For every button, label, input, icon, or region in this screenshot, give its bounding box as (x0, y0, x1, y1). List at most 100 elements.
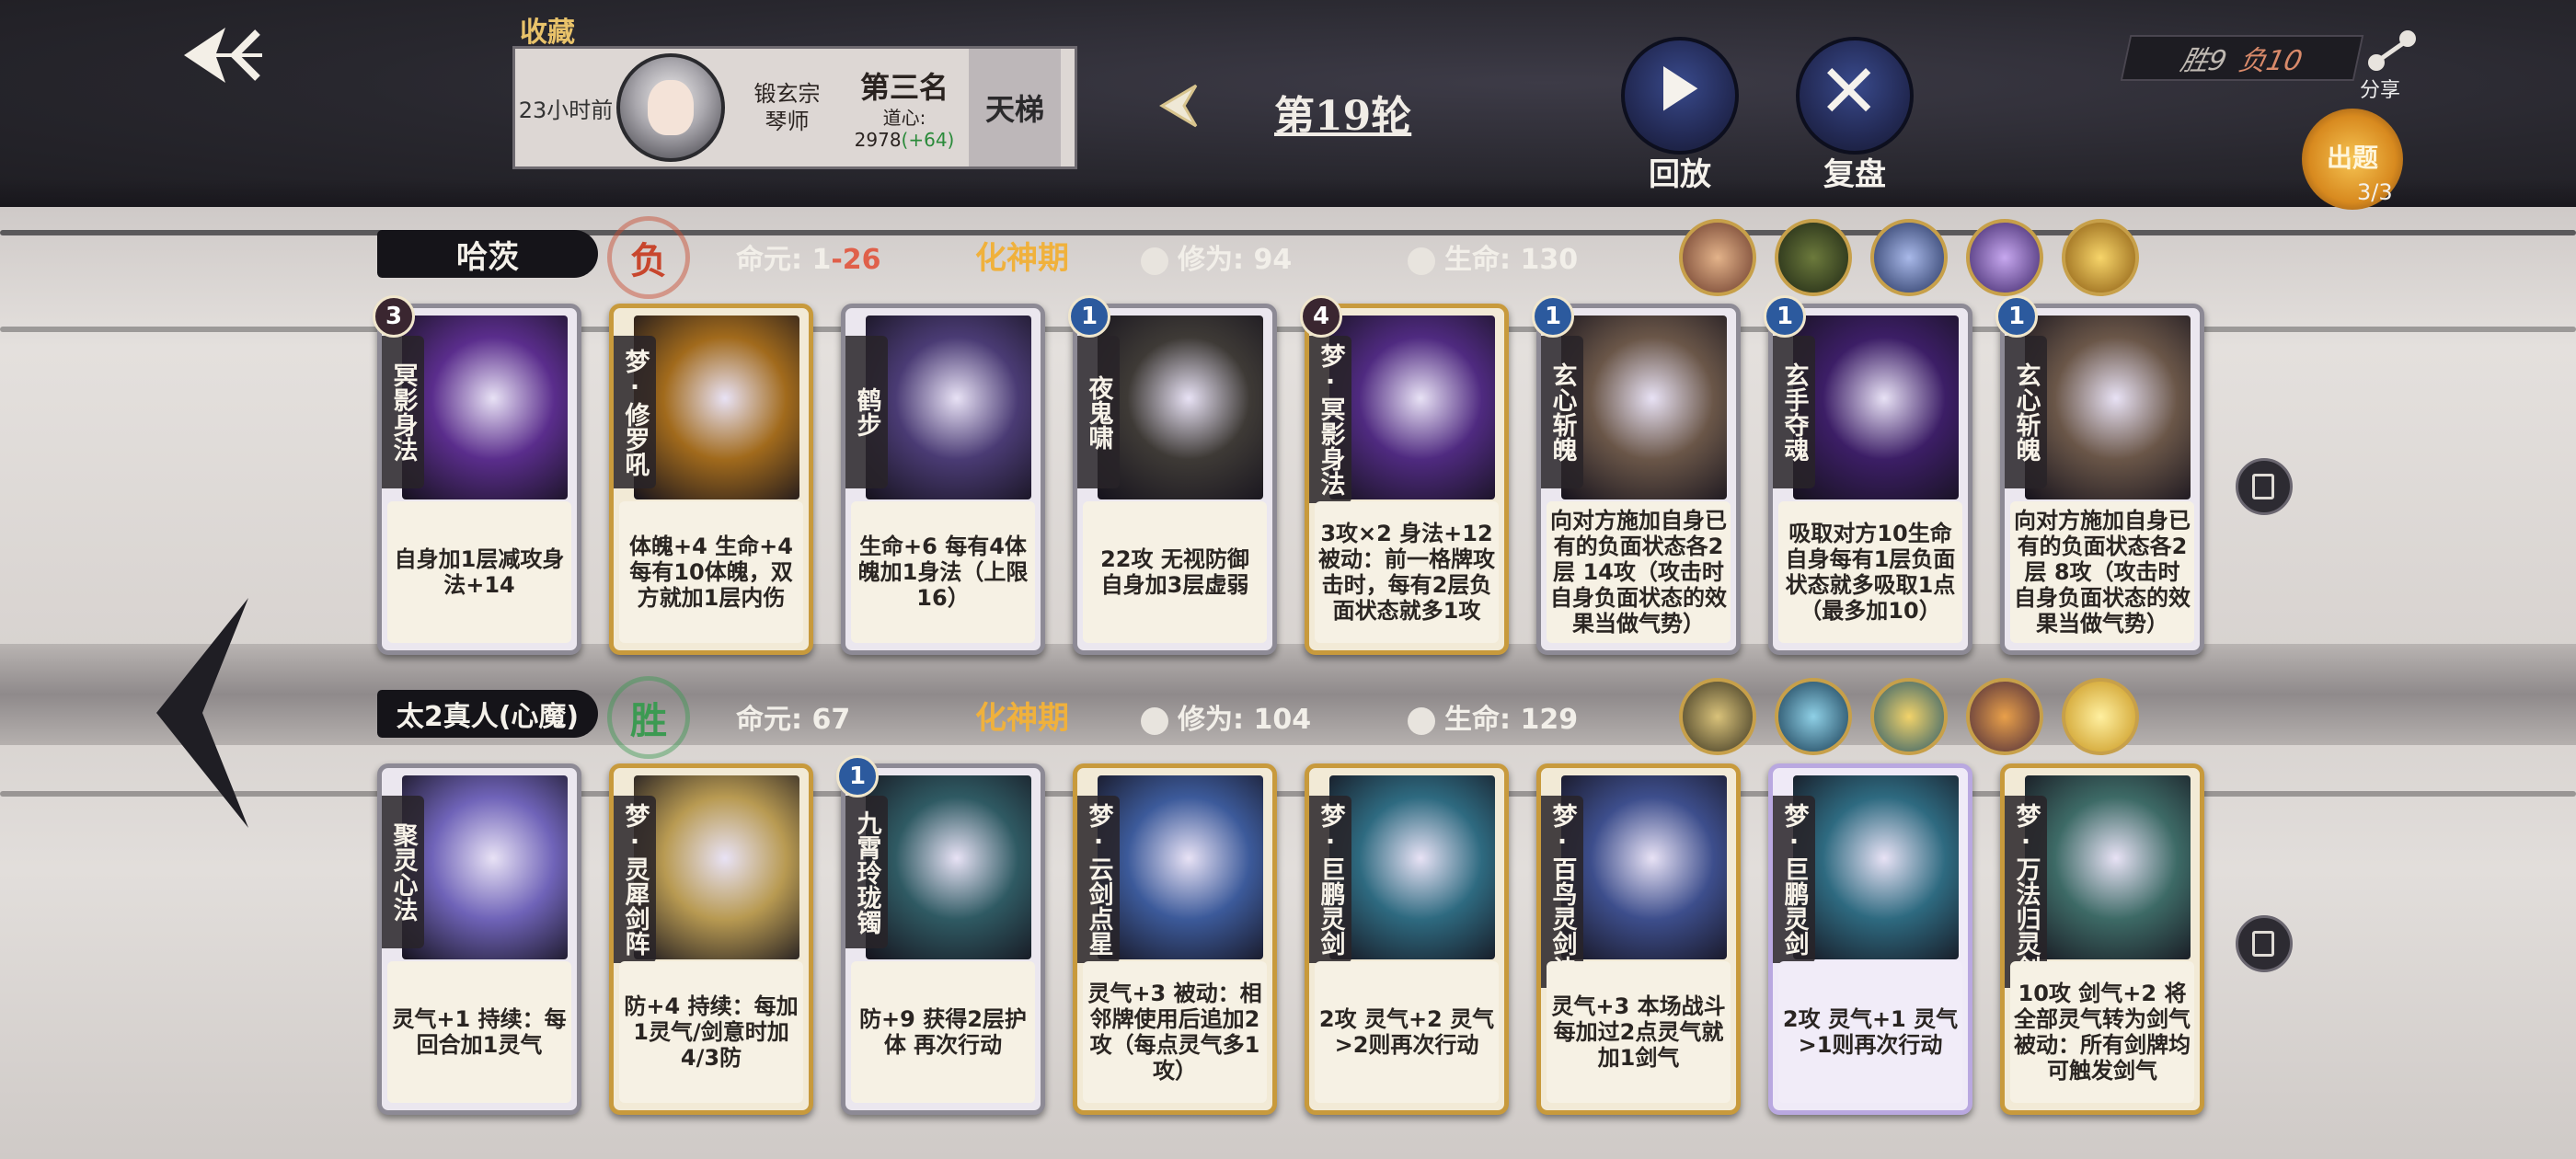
card-description: 22攻 无视防御 自身加3层虚弱 (1083, 501, 1267, 643)
review-button[interactable]: 复盘 (1796, 37, 1914, 193)
skill-card[interactable]: 鹤步 生命+6 每有4体魄加1身法（上限16） (841, 304, 1045, 655)
heart-icon (1408, 247, 1435, 275)
meditation-icon (1141, 247, 1168, 275)
realm-label: 化神期 (975, 240, 1069, 277)
result-badge: 胜 (607, 676, 690, 759)
card-name: 梦·巨鹏灵剑 (1773, 796, 1815, 963)
card-level-badge: 1 (1532, 295, 1574, 338)
card-level-badge: 1 (1995, 295, 2038, 338)
card-name: 梦·修罗吼 (614, 336, 656, 488)
card-artwork (866, 316, 1031, 499)
skill-card[interactable]: 梦·百鸟灵剑诀 灵气+3 本场战斗每加过2点灵气就加1剑气 (1536, 763, 1741, 1115)
card-description: 吸取对方10生命 自身每有1层负面状态就多吸取1点（最多加10） (1778, 501, 1962, 643)
skill-card[interactable]: 九霄玲珑镯 1 防+9 获得2层护体 再次行动 (836, 755, 1045, 1115)
skill-card[interactable]: 玄手夺魂 1 吸取对方10生命 自身每有1层负面状态就多吸取1点（最多加10） (1764, 295, 1972, 655)
share-button[interactable]: 分享 (2360, 28, 2424, 102)
back-arrow-icon[interactable] (170, 18, 271, 92)
quiz-label: 出题 (2326, 143, 2378, 173)
card-description: 10攻 剑气+2 将全部灵气转为剑气 被动：所有剑牌均可触发剑气 (2010, 961, 2194, 1103)
skill-card[interactable]: 梦·冥影身法 4 3攻×2 身法+12 被动：前一格牌攻击时，每有2层负面状态就多1… (1300, 295, 1509, 655)
crystal-blade-icon[interactable] (1775, 678, 1852, 755)
fire-phoenix-icon[interactable] (1966, 678, 2043, 755)
golden-swirl-icon[interactable] (1870, 678, 1948, 755)
card-description: 向对方施加自身已有的负面状态各2层 14攻（攻击时自身负面状态的效果当做气势） (1547, 501, 1731, 643)
card-description: 向对方施加自身已有的负面状态各2层 8攻（攻击时自身负面状态的效果当做气势） (2010, 501, 2194, 643)
skill-card[interactable]: 梦·巨鹏灵剑 2攻 灵气+2 灵气>2则再次行动 (1305, 763, 1509, 1115)
card-description: 3攻×2 身法+12 被动：前一格牌攻击时，每有2层负面状态就多1攻 (1315, 501, 1499, 643)
spiral-talisman-icon[interactable] (1679, 678, 1756, 755)
card-artwork (1329, 316, 1495, 499)
card-name: 玄心斩魄 (1541, 336, 1583, 488)
purple-spirit-icon[interactable] (1966, 219, 2043, 296)
card-artwork (1098, 775, 1263, 959)
card-name: 鹤步 (845, 336, 888, 488)
card-description: 防+9 获得2层护体 再次行动 (851, 961, 1035, 1103)
skill-card[interactable]: 梦·万法归灵剑 10攻 剑气+2 将全部灵气转为剑气 被动：所有剑牌均可触发剑气 (2000, 763, 2204, 1115)
time-ago: 23小时前 (518, 97, 614, 123)
card-artwork (2025, 775, 2191, 959)
card-description: 2攻 灵气+2 灵气>2则再次行动 (1315, 961, 1499, 1103)
share-label: 分享 (2360, 79, 2401, 102)
player-row-loser: 哈茨 负 命元: 1-26 化神期 修为: 94 生命: 130 (377, 216, 1665, 299)
golden-sun-icon[interactable] (2062, 678, 2139, 755)
skill-card[interactable]: 梦·巨鹏灵剑 2攻 灵气+1 灵气>1则再次行动 (1768, 763, 1972, 1115)
sun-orb-icon[interactable] (2062, 219, 2139, 296)
result-badge: 负 (607, 216, 690, 299)
skill-card[interactable]: 梦·修罗吼体魄+4 生命+4 每有10体魄，双方就加1层内伤 (609, 304, 813, 655)
card-level-badge: 1 (1764, 295, 1806, 338)
card-description: 灵气+3 本场战斗每加过2点灵气就加1剑气 (1547, 961, 1731, 1103)
crossed-swords-icon (1827, 68, 1871, 112)
replay-label: 回放 (1649, 156, 1711, 193)
ladder-badge: 天梯 (969, 49, 1061, 166)
skill-card[interactable]: 玄心斩魄 1 向对方施加自身已有的负面状态各2层 8攻（攻击时自身负面状态的效果当做… (1995, 295, 2204, 655)
card-name: 梦·云剑点星 (1077, 796, 1120, 963)
card-artwork (1561, 316, 1727, 499)
skill-card[interactable]: 梦·云剑点星 灵气+3 被动：相邻牌使用后追加2攻（每点灵气多1攻） (1073, 763, 1277, 1115)
favorite-label[interactable]: 收藏 (520, 9, 575, 50)
skill-card[interactable]: 聚灵心法 灵气+1 持续：每回合加1灵气 (377, 763, 581, 1115)
card-artwork (2025, 316, 2191, 499)
card-name: 梦·百鸟灵剑诀 (1541, 796, 1583, 988)
card-name: 梦·巨鹏灵剑 (1309, 796, 1351, 963)
copy-deck-icon[interactable] (2236, 458, 2293, 515)
quiz-count: 3/3 (2357, 179, 2393, 205)
card-description: 自身加1层减攻身法+14 (387, 501, 571, 643)
card-artwork (634, 316, 799, 499)
review-label: 复盘 (1823, 156, 1886, 193)
card-name: 梦·灵犀剑阵 (614, 796, 656, 963)
card-artwork (402, 316, 568, 499)
previous-page-arrow-icon[interactable] (138, 589, 267, 837)
card-artwork (1561, 775, 1727, 959)
mingyuan-stat: 命元: 67 (736, 704, 851, 736)
cultivation-stat: 修为: 94 (1141, 236, 1292, 277)
win-count: 胜9 (2177, 45, 2230, 77)
daoxin-gain: (+64) (901, 129, 955, 151)
card-artwork (866, 775, 1031, 959)
play-icon (1663, 66, 1698, 111)
character-portrait-icon[interactable] (1679, 219, 1756, 296)
card-level-badge: 1 (1068, 295, 1110, 338)
sect-name: 锻玄宗 (753, 81, 821, 107)
loss-count: 负10 (2235, 45, 2306, 77)
life-stat: 生命: 129 (1408, 696, 1578, 737)
skill-card[interactable]: 玄心斩魄 1 向对方施加自身已有的负面状态各2层 14攻（攻击时自身负面状态的效果当… (1532, 295, 1741, 655)
prev-round-arrow-icon[interactable] (1155, 78, 1210, 133)
copy-deck-icon[interactable] (2236, 915, 2293, 972)
shadow-beast-icon[interactable] (1775, 219, 1852, 296)
card-description: 生命+6 每有4体魄加1身法（上限16） (851, 501, 1035, 643)
card-name: 梦·冥影身法 (1309, 336, 1351, 503)
card-description: 体魄+4 生命+4 每有10体魄，双方就加1层内伤 (619, 501, 803, 643)
card-artwork (402, 775, 568, 959)
card-description: 灵气+1 持续：每回合加1灵气 (387, 961, 571, 1103)
daoxin-label: 道心: (882, 107, 926, 129)
replay-button[interactable]: 回放 (1621, 37, 1739, 193)
skill-card[interactable]: 夜鬼啸 1 22攻 无视防御 自身加3层虚弱 (1068, 295, 1277, 655)
round-label: 第19轮 (1274, 93, 1412, 140)
skill-card[interactable]: 冥影身法 3 自身加1层减攻身法+14 (373, 295, 581, 655)
avatar (616, 53, 725, 162)
skill-card[interactable]: 梦·灵犀剑阵 防+4 持续：每加1灵气/剑意时加4/3防 (609, 763, 813, 1115)
player-name: 哈茨 (377, 230, 598, 278)
role-name: 琴师 (765, 109, 810, 134)
swordsman-icon[interactable] (1870, 219, 1948, 296)
opponent-profile-card[interactable]: 23小时前 锻玄宗 琴师 第三名 道心: 2978(+64) 天梯 (512, 46, 1077, 169)
